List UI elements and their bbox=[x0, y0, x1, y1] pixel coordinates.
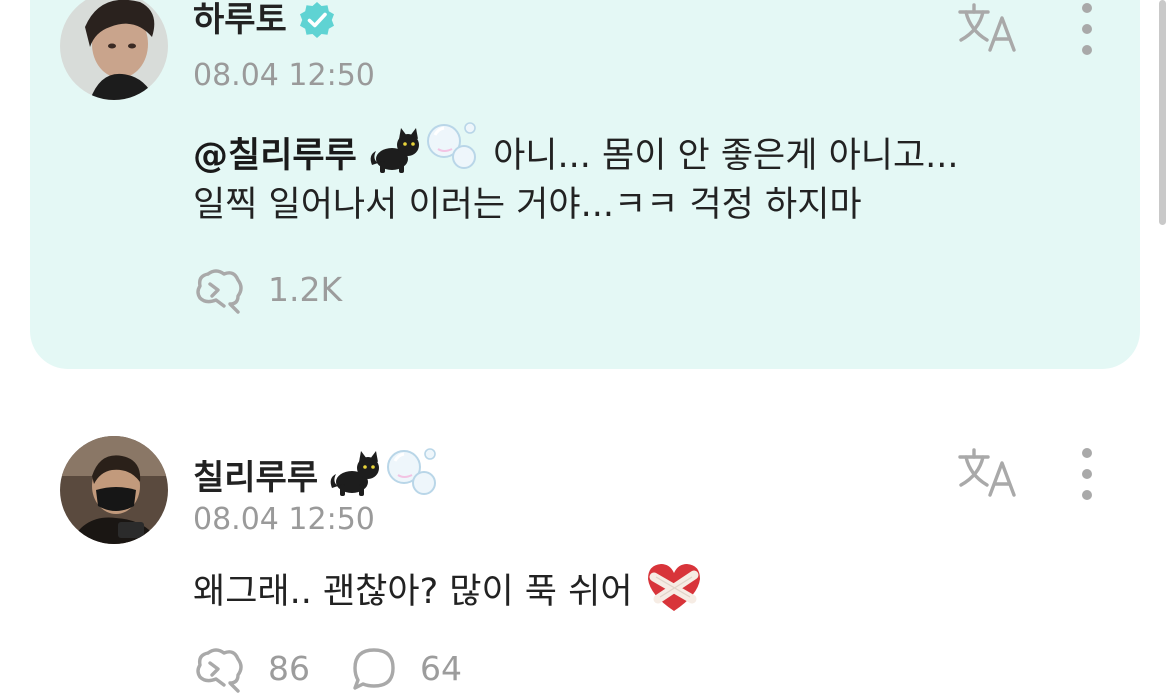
reply-body-text: 왜그래.. 괜찮아? 많이 푹 쉬어 bbox=[193, 572, 633, 612]
like-icon bbox=[196, 269, 243, 314]
reply-author[interactable]: 칠리루루 bbox=[193, 445, 442, 510]
more-vertical-icon[interactable] bbox=[1072, 448, 1102, 500]
menu-dot bbox=[1082, 45, 1092, 55]
cat-emoji bbox=[328, 448, 384, 507]
menu-dot bbox=[1082, 448, 1092, 458]
translate-icon[interactable] bbox=[956, 0, 1020, 56]
reply-timestamp: 08.04 12:50 bbox=[193, 502, 375, 537]
reply-body: 왜그래.. 괜찮아? 많이 푹 쉬어 bbox=[193, 559, 704, 632]
more-vertical-icon[interactable] bbox=[1072, 3, 1102, 55]
like-count: 1.2K bbox=[268, 270, 343, 309]
like-button[interactable]: 86 bbox=[194, 645, 310, 693]
scrollbar[interactable] bbox=[1159, 0, 1166, 225]
menu-dot bbox=[1082, 24, 1092, 34]
post-author-name: 하루토 bbox=[193, 0, 287, 40]
reply-author-name: 칠리루루 bbox=[193, 457, 319, 498]
mention-link[interactable]: @칠리루루 bbox=[193, 136, 357, 176]
translate-icon[interactable] bbox=[956, 445, 1020, 501]
verified-icon bbox=[297, 0, 337, 40]
bubbles-emoji bbox=[384, 445, 442, 510]
avatar[interactable] bbox=[60, 436, 168, 544]
post-author[interactable]: 하루토 bbox=[193, 0, 337, 40]
comment-button[interactable]: 64 bbox=[350, 645, 462, 693]
comment-icon bbox=[353, 648, 395, 690]
post-body-text-1: 아니... 몸이 안 좋은게 아니고... bbox=[493, 136, 959, 176]
menu-dot bbox=[1082, 469, 1092, 479]
like-count: 86 bbox=[268, 649, 310, 688]
post-timestamp: 08.04 12:50 bbox=[193, 58, 375, 93]
like-icon bbox=[196, 648, 243, 693]
menu-dot bbox=[1082, 3, 1092, 13]
menu-dot bbox=[1082, 490, 1092, 500]
like-button[interactable]: 1.2K bbox=[194, 266, 342, 314]
comment-count: 64 bbox=[420, 649, 462, 688]
mending-heart-emoji bbox=[644, 559, 704, 632]
post-body-line-2: 일찍 일어나서 이러는 거야...ㅋㅋ 걱정 하지마 bbox=[193, 185, 862, 225]
